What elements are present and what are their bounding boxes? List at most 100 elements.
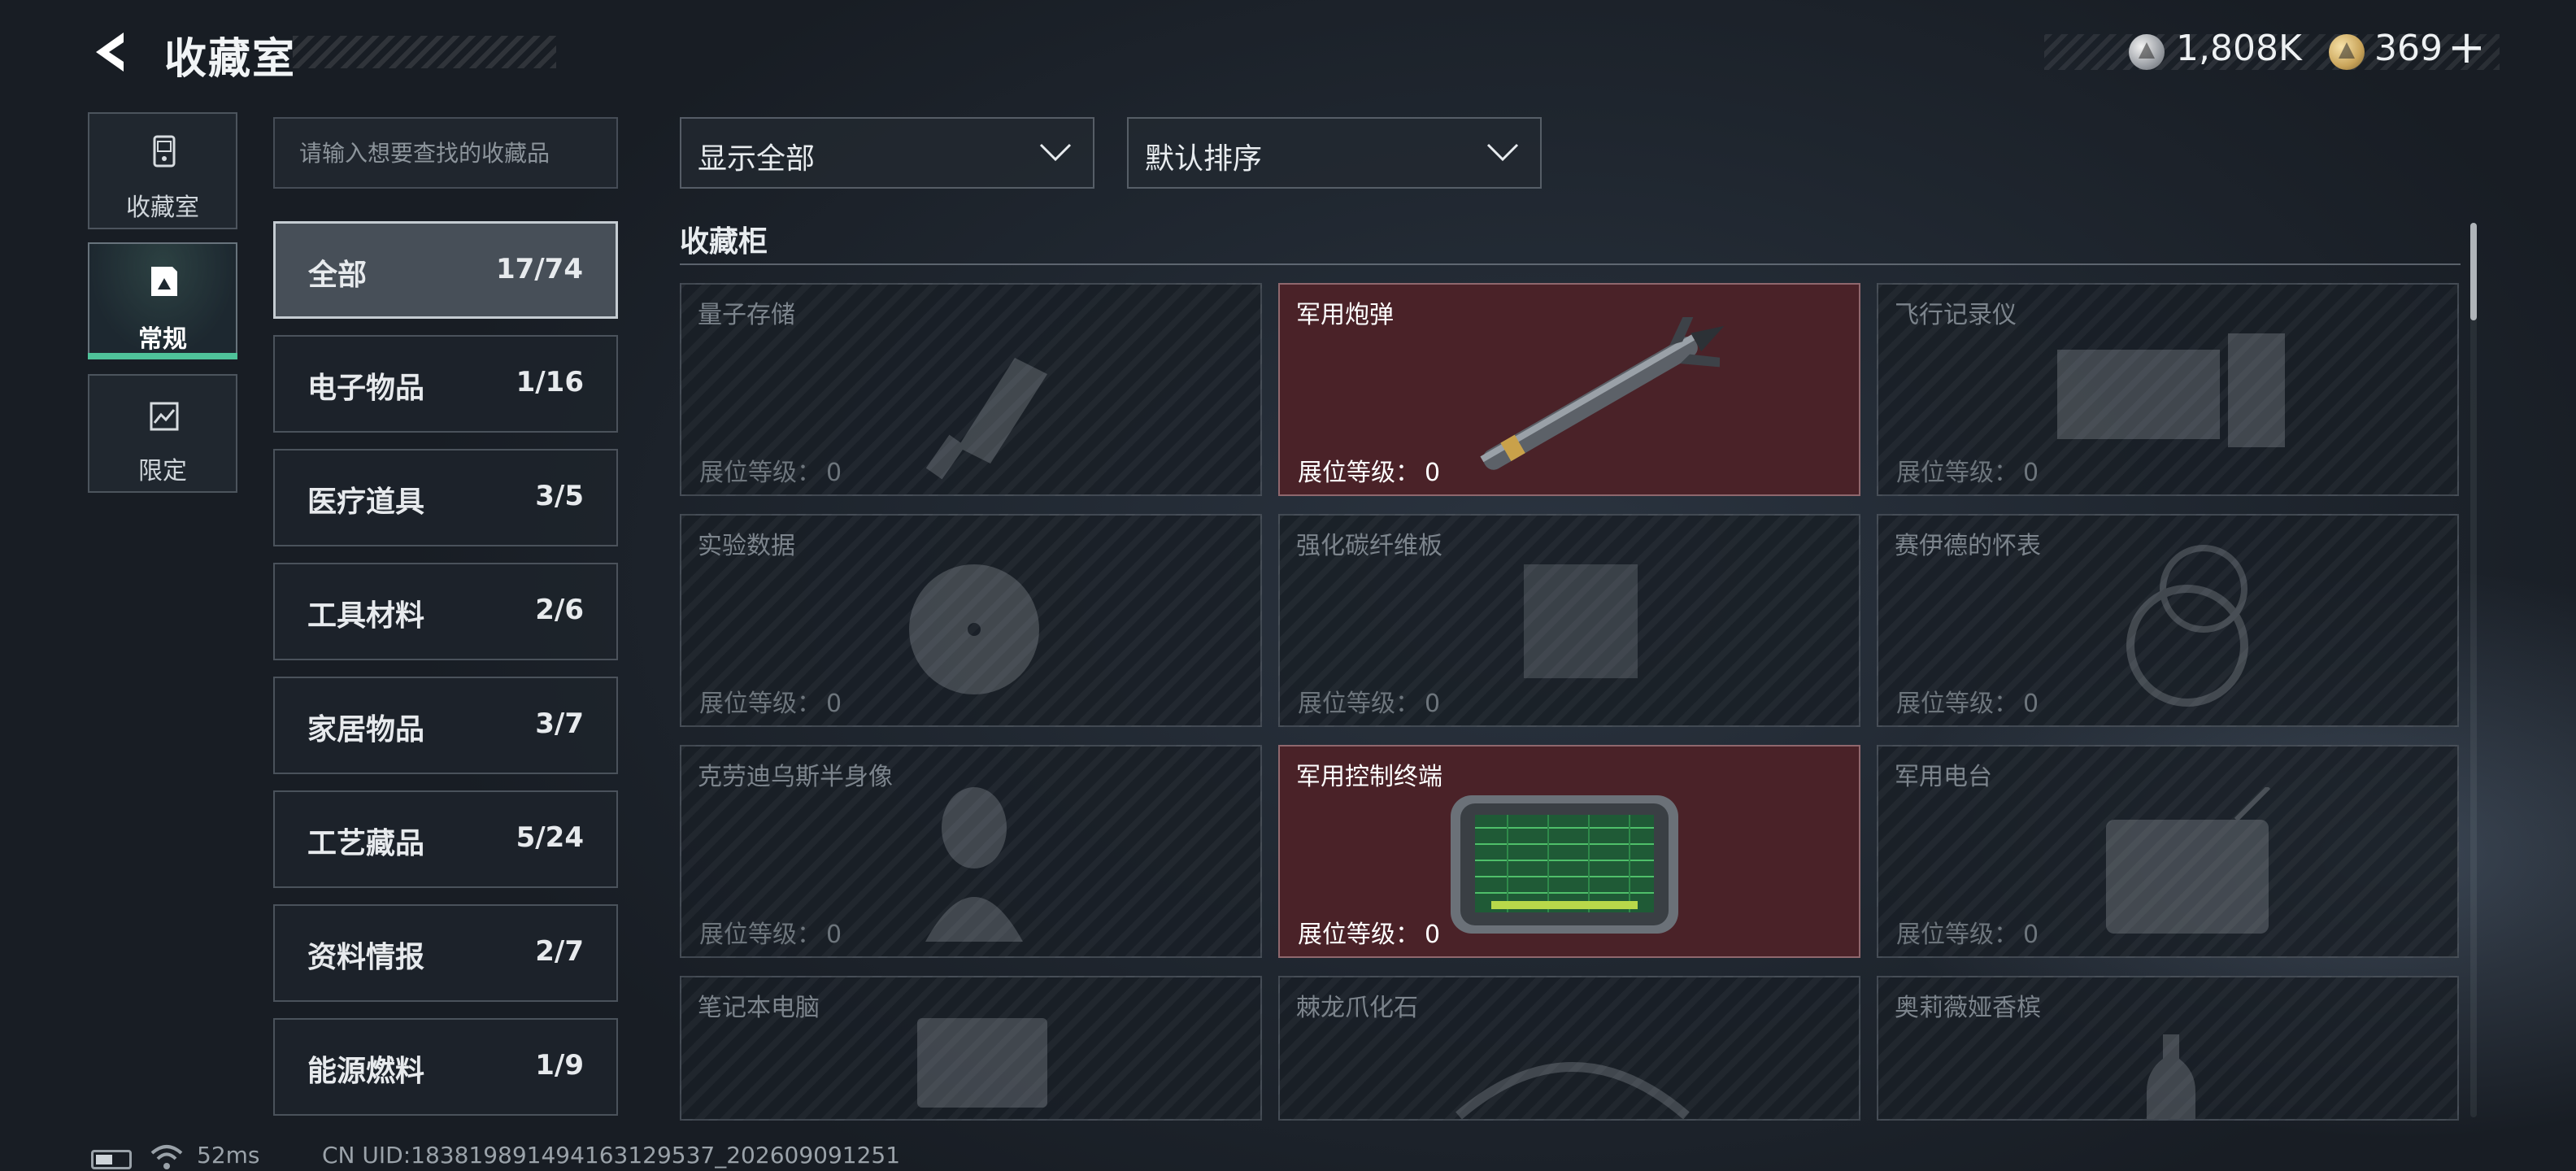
collection-room-icon [153,135,176,168]
display-filter-value: 显示全部 [698,142,816,176]
sort-value: 默认排序 [1145,142,1263,176]
booth-level: 展位等级： 0 [1298,690,1441,718]
category-electronics[interactable]: 电子物品 1/16 [273,335,618,433]
collection-card[interactable]: 克劳迪乌斯半身像 展位等级： 0 [680,745,1262,958]
pocket-watch-image [2126,545,2248,707]
category-name: 工艺藏品 [307,827,425,860]
category-tools[interactable]: 工具材料 2/6 [273,563,618,660]
spinosaurus-claw-fossil-image [1456,1062,1690,1119]
regular-icon [151,267,177,296]
title-decoration [293,36,556,68]
category-count: 2/7 [535,935,584,968]
silver-coin-icon [2129,34,2165,70]
collection-card[interactable]: 军用电台 展位等级： 0 [1877,745,2459,958]
gold-coin-icon [2329,34,2365,70]
item-name: 飞行记录仪 [1895,301,2017,329]
sort-dropdown[interactable]: 默认排序 [1127,117,1542,189]
military-radio-image [2106,787,2271,934]
collection-card[interactable]: 赛伊德的怀表 展位等级： 0 [1877,514,2459,727]
add-currency-button[interactable]: + [2448,21,2486,74]
item-name: 军用控制终端 [1296,763,1442,791]
nav-tab-regular[interactable]: 常规 [88,242,237,358]
claudius-bust-image [925,787,1023,942]
active-tab-indicator [88,353,237,359]
category-intel[interactable]: 资料情报 2/7 [273,904,618,1002]
item-name: 军用炮弹 [1296,301,1394,329]
category-medical[interactable]: 医疗道具 3/5 [273,449,618,546]
item-name: 实验数据 [698,532,795,560]
silver-currency-value: 1,808K [2176,28,2302,69]
booth-level: 展位等级： 0 [1298,459,1441,487]
chevron-down-icon [1039,143,1072,162]
category-crafts[interactable]: 工艺藏品 5/24 [273,790,618,888]
limited-icon [150,402,179,431]
collection-card[interactable]: 笔记本电脑 [680,976,1262,1121]
item-name: 棘龙爪化石 [1296,994,1418,1022]
section-divider [680,263,2461,265]
battery-icon [91,1150,132,1169]
category-count: 1/9 [535,1049,584,1082]
category-household[interactable]: 家居物品 3/7 [273,677,618,774]
booth-level: 展位等级： 0 [699,921,842,949]
nav-tab-label: 收藏室 [126,194,199,222]
scrollbar[interactable] [2470,223,2477,320]
gold-currency-value: 369 [2374,28,2443,69]
category-name: 资料情报 [307,941,425,974]
booth-level: 展位等级： 0 [1298,921,1441,949]
back-arrow-icon[interactable] [88,28,137,76]
category-name: 全部 [308,259,368,292]
champagne-image [2147,1034,2195,1119]
collection-card[interactable]: 奥莉薇娅香槟 [1877,976,2459,1121]
item-name: 克劳迪乌斯半身像 [698,763,893,791]
military-control-terminal-image [1451,795,1678,934]
collection-card[interactable]: 强化碳纤维板 展位等级： 0 [1278,514,1860,727]
wifi-icon [150,1145,183,1169]
category-count: 2/6 [535,594,584,626]
search-box [273,117,618,189]
booth-level: 展位等级： 0 [1896,690,2039,718]
item-name: 强化碳纤维板 [1296,532,1442,560]
category-name: 家居物品 [307,713,425,747]
cabinet-title: 收藏柜 [680,225,768,259]
booth-level: 展位等级： 0 [699,459,842,487]
item-name: 量子存储 [698,301,795,329]
category-count: 3/7 [535,707,584,740]
military-shell-image [1480,317,1725,470]
booth-level: 展位等级： 0 [1896,459,2039,487]
carbon-fiber-plate-image [1524,564,1638,678]
experiment-data-image [909,564,1039,694]
quantum-storage-image [925,358,1047,480]
nav-tab-label: 限定 [138,457,187,485]
nav-tab-limited[interactable]: 限定 [88,374,237,493]
booth-level: 展位等级： 0 [699,690,842,718]
collection-card[interactable]: 实验数据 展位等级： 0 [680,514,1262,727]
item-name: 奥莉薇娅香槟 [1895,994,2041,1022]
item-name: 军用电台 [1895,763,1992,791]
category-name: 工具材料 [307,599,425,633]
category-energy[interactable]: 能源燃料 1/9 [273,1018,618,1116]
category-name: 电子物品 [307,372,425,405]
collection-card[interactable]: 军用控制终端 展位等级： 0 [1278,745,1860,958]
category-count: 5/24 [516,821,584,854]
collection-card[interactable]: 棘龙爪化石 [1278,976,1860,1121]
flight-recorder-image [2057,333,2285,447]
collection-card[interactable]: 军用炮弹 展位等级： 0 [1278,283,1860,496]
category-all[interactable]: 全部 17/74 [273,221,618,319]
category-name: 医疗道具 [307,485,425,519]
display-filter-dropdown[interactable]: 显示全部 [680,117,1094,189]
category-count: 17/74 [495,253,583,285]
nav-tab-collection-room[interactable]: 收藏室 [88,112,237,229]
item-name: 笔记本电脑 [698,994,820,1022]
user-uid: CN UID:183819891494163129537_20260909125… [322,1142,901,1169]
scroll-track [2470,223,2477,1117]
category-count: 1/16 [516,366,584,398]
search-input[interactable] [275,119,616,187]
nav-tab-label: 常规 [138,325,187,354]
page-title: 收藏室 [164,35,297,84]
laptop-image [917,1018,1047,1108]
item-name: 赛伊德的怀表 [1895,532,2041,560]
collection-card[interactable]: 量子存储 展位等级： 0 [680,283,1262,496]
collection-card[interactable]: 飞行记录仪 展位等级： 0 [1877,283,2459,496]
category-name: 能源燃料 [307,1055,425,1088]
chevron-down-icon [1486,143,1519,162]
